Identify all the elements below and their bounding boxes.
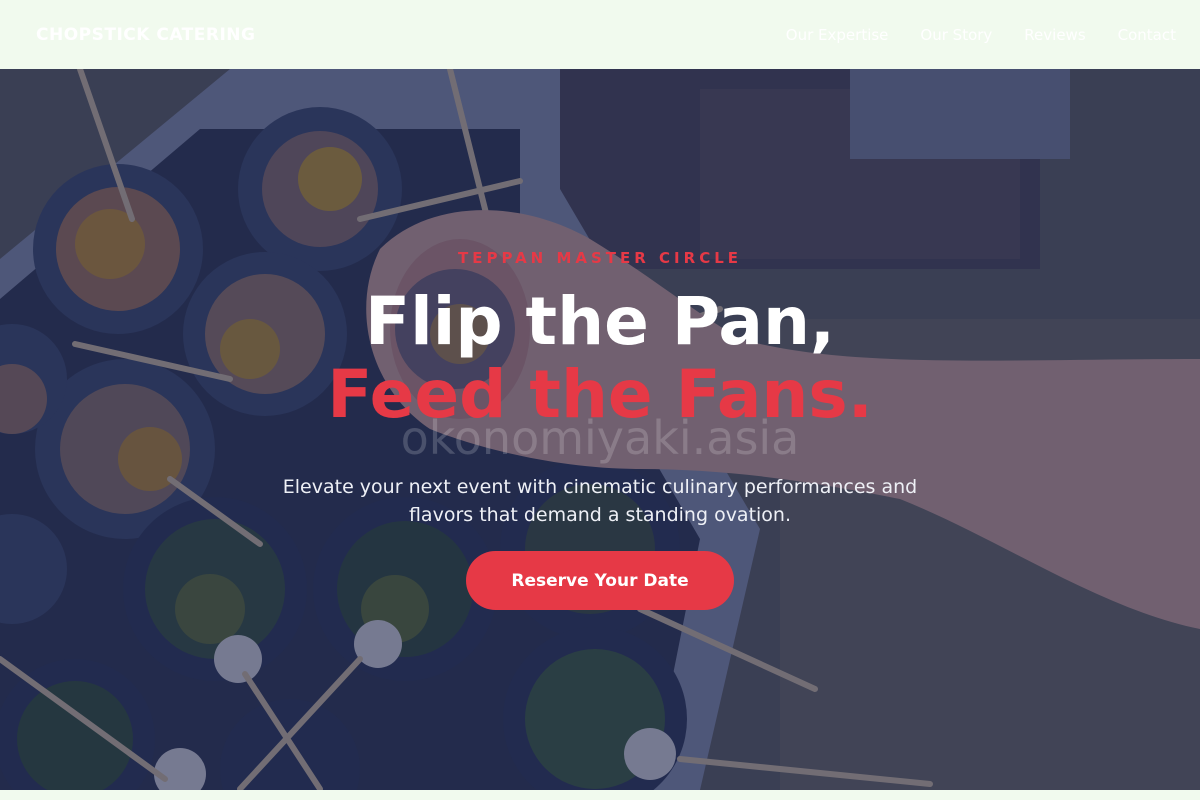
hero-section: TEPPAN MASTER CIRCLE Flip the Pan, Feed … — [0, 69, 1200, 790]
hero-subtitle: Elevate your next event with cinematic c… — [282, 476, 918, 526]
brand-logo-link[interactable]: CHOPSTICK CATERING — [36, 25, 255, 45]
hero-eyebrow: TEPPAN MASTER CIRCLE — [457, 249, 743, 267]
hero-content: TEPPAN MASTER CIRCLE Flip the Pan, Feed … — [0, 69, 1200, 790]
nav-link-contact[interactable]: Contact — [1118, 26, 1176, 44]
watermark-text: okonomiyaki.asia — [400, 411, 800, 465]
nav-link-reviews[interactable]: Reviews — [1024, 26, 1085, 44]
reserve-your-date-button[interactable]: Reserve Your Date — [466, 551, 734, 610]
page-bottom-strip — [0, 790, 1200, 800]
nav-link-our-story[interactable]: Our Story — [920, 26, 992, 44]
nav-links: Our Expertise Our Story Reviews Contact — [786, 26, 1176, 44]
hero-title-line-1: Flip the Pan, — [364, 283, 836, 360]
nav-link-our-expertise[interactable]: Our Expertise — [786, 26, 889, 44]
top-navigation-bar: CHOPSTICK CATERING Our Expertise Our Sto… — [0, 0, 1200, 69]
